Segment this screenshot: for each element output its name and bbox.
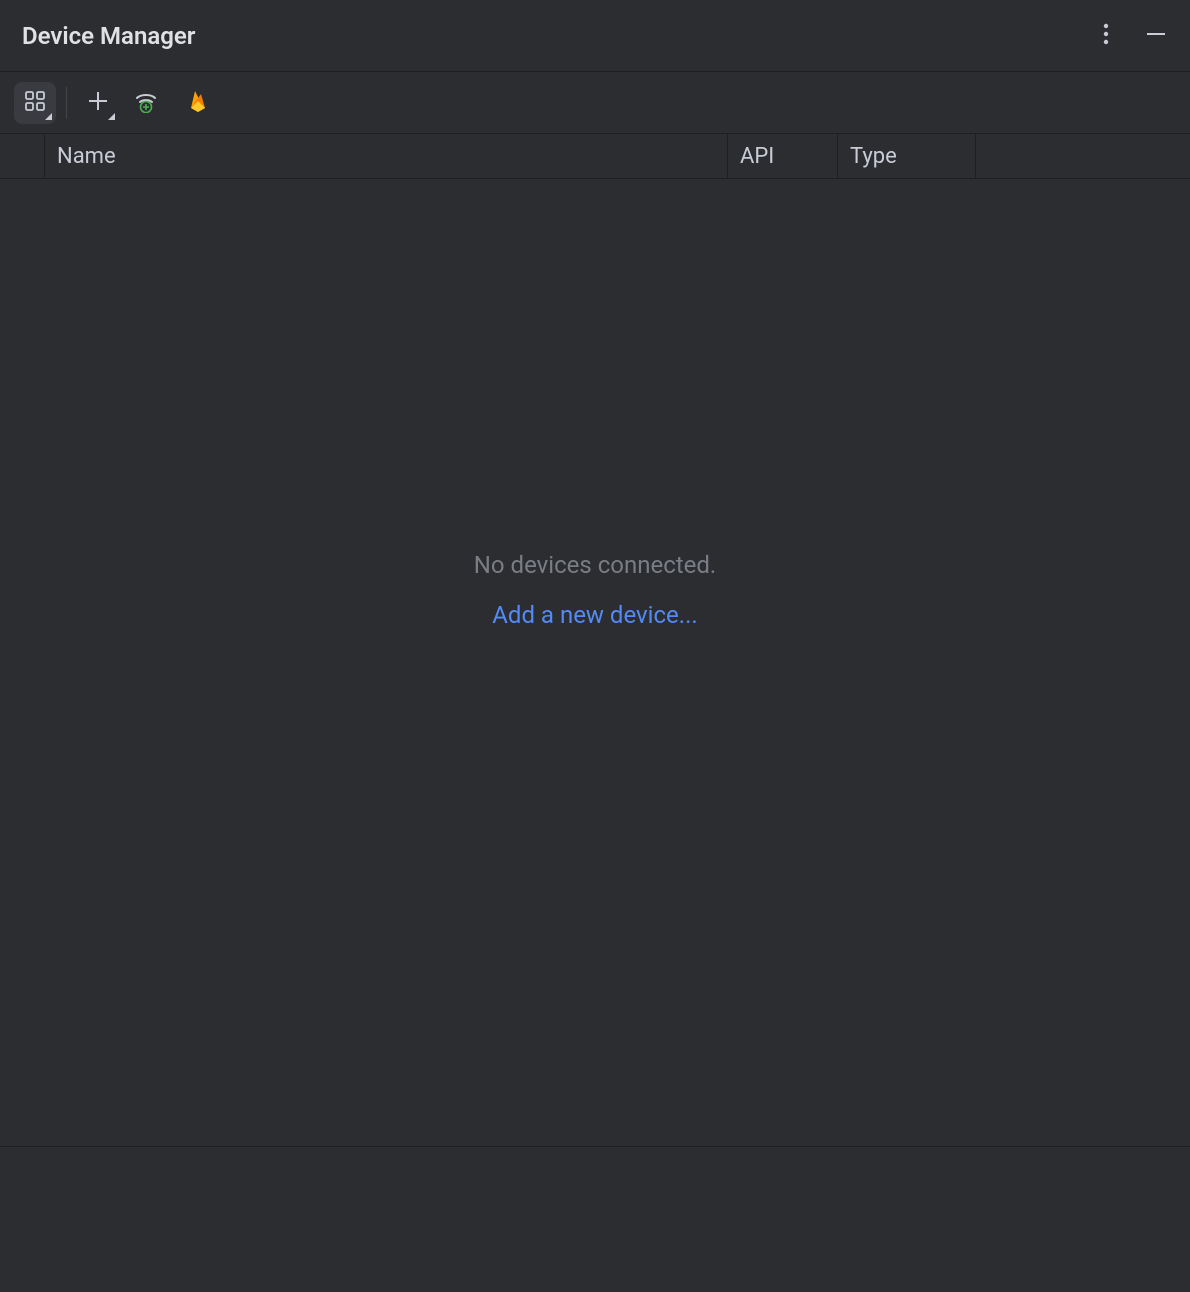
- minimize-icon: [1145, 23, 1167, 49]
- add-new-device-link[interactable]: Add a new device...: [492, 601, 698, 629]
- column-header-type[interactable]: Type: [837, 134, 975, 178]
- device-explorer-button[interactable]: [14, 82, 56, 124]
- empty-state-message: No devices connected.: [474, 551, 716, 579]
- column-header-actions: [975, 134, 1190, 178]
- pair-wifi-button[interactable]: [127, 82, 169, 124]
- dropdown-indicator-icon: [108, 113, 115, 120]
- wifi-add-icon: [134, 89, 162, 117]
- firebase-button[interactable]: [177, 82, 219, 124]
- more-vertical-icon: [1103, 22, 1109, 50]
- firebase-icon: [187, 88, 209, 118]
- toolbar-separator: [66, 87, 67, 119]
- minimize-button[interactable]: [1140, 20, 1172, 52]
- panel-title: Device Manager: [22, 22, 195, 50]
- dropdown-indicator-icon: [45, 113, 52, 120]
- plus-icon: [86, 89, 110, 117]
- column-header-form-factor[interactable]: [0, 134, 44, 178]
- device-list-area: No devices connected. Add a new device..…: [0, 179, 1190, 1147]
- more-options-button[interactable]: [1090, 20, 1122, 52]
- table-header: Name API Type: [0, 134, 1190, 179]
- create-device-button[interactable]: [77, 82, 119, 124]
- grid-icon: [23, 89, 47, 117]
- titlebar: Device Manager: [0, 0, 1190, 72]
- column-header-name[interactable]: Name: [44, 134, 727, 178]
- toolbar: [0, 72, 1190, 134]
- column-header-api[interactable]: API: [727, 134, 837, 178]
- title-actions: [1090, 20, 1172, 52]
- footer-area: [0, 1147, 1190, 1292]
